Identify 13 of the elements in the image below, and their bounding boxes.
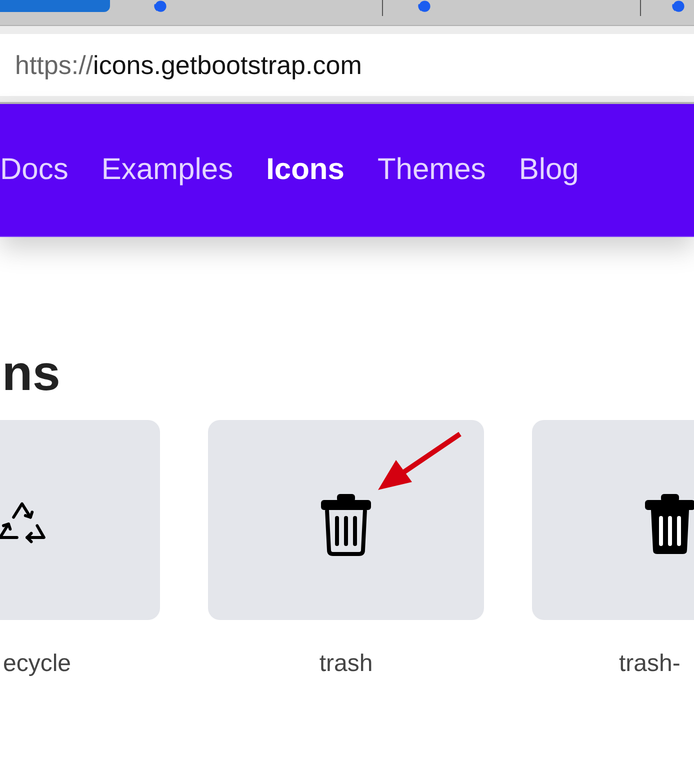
- address-bar[interactable]: https://icons.getbootstrap.com: [0, 34, 694, 96]
- nav-link[interactable]: Examples: [101, 153, 234, 187]
- icon-label: trash: [318, 650, 374, 678]
- icon-card[interactable]: [208, 420, 484, 620]
- icon-label: trash-: [618, 650, 682, 678]
- nav-link[interactable]: Icons: [266, 153, 344, 187]
- nav-link[interactable]: Docs: [0, 153, 68, 187]
- icon-label: ecycle: [2, 650, 72, 678]
- trash-icon: [319, 492, 373, 556]
- nav-link[interactable]: Themes: [377, 153, 486, 187]
- page-heading: ns: [2, 344, 62, 403]
- trash-icon: [643, 492, 694, 556]
- nav-link[interactable]: Blog: [518, 153, 579, 187]
